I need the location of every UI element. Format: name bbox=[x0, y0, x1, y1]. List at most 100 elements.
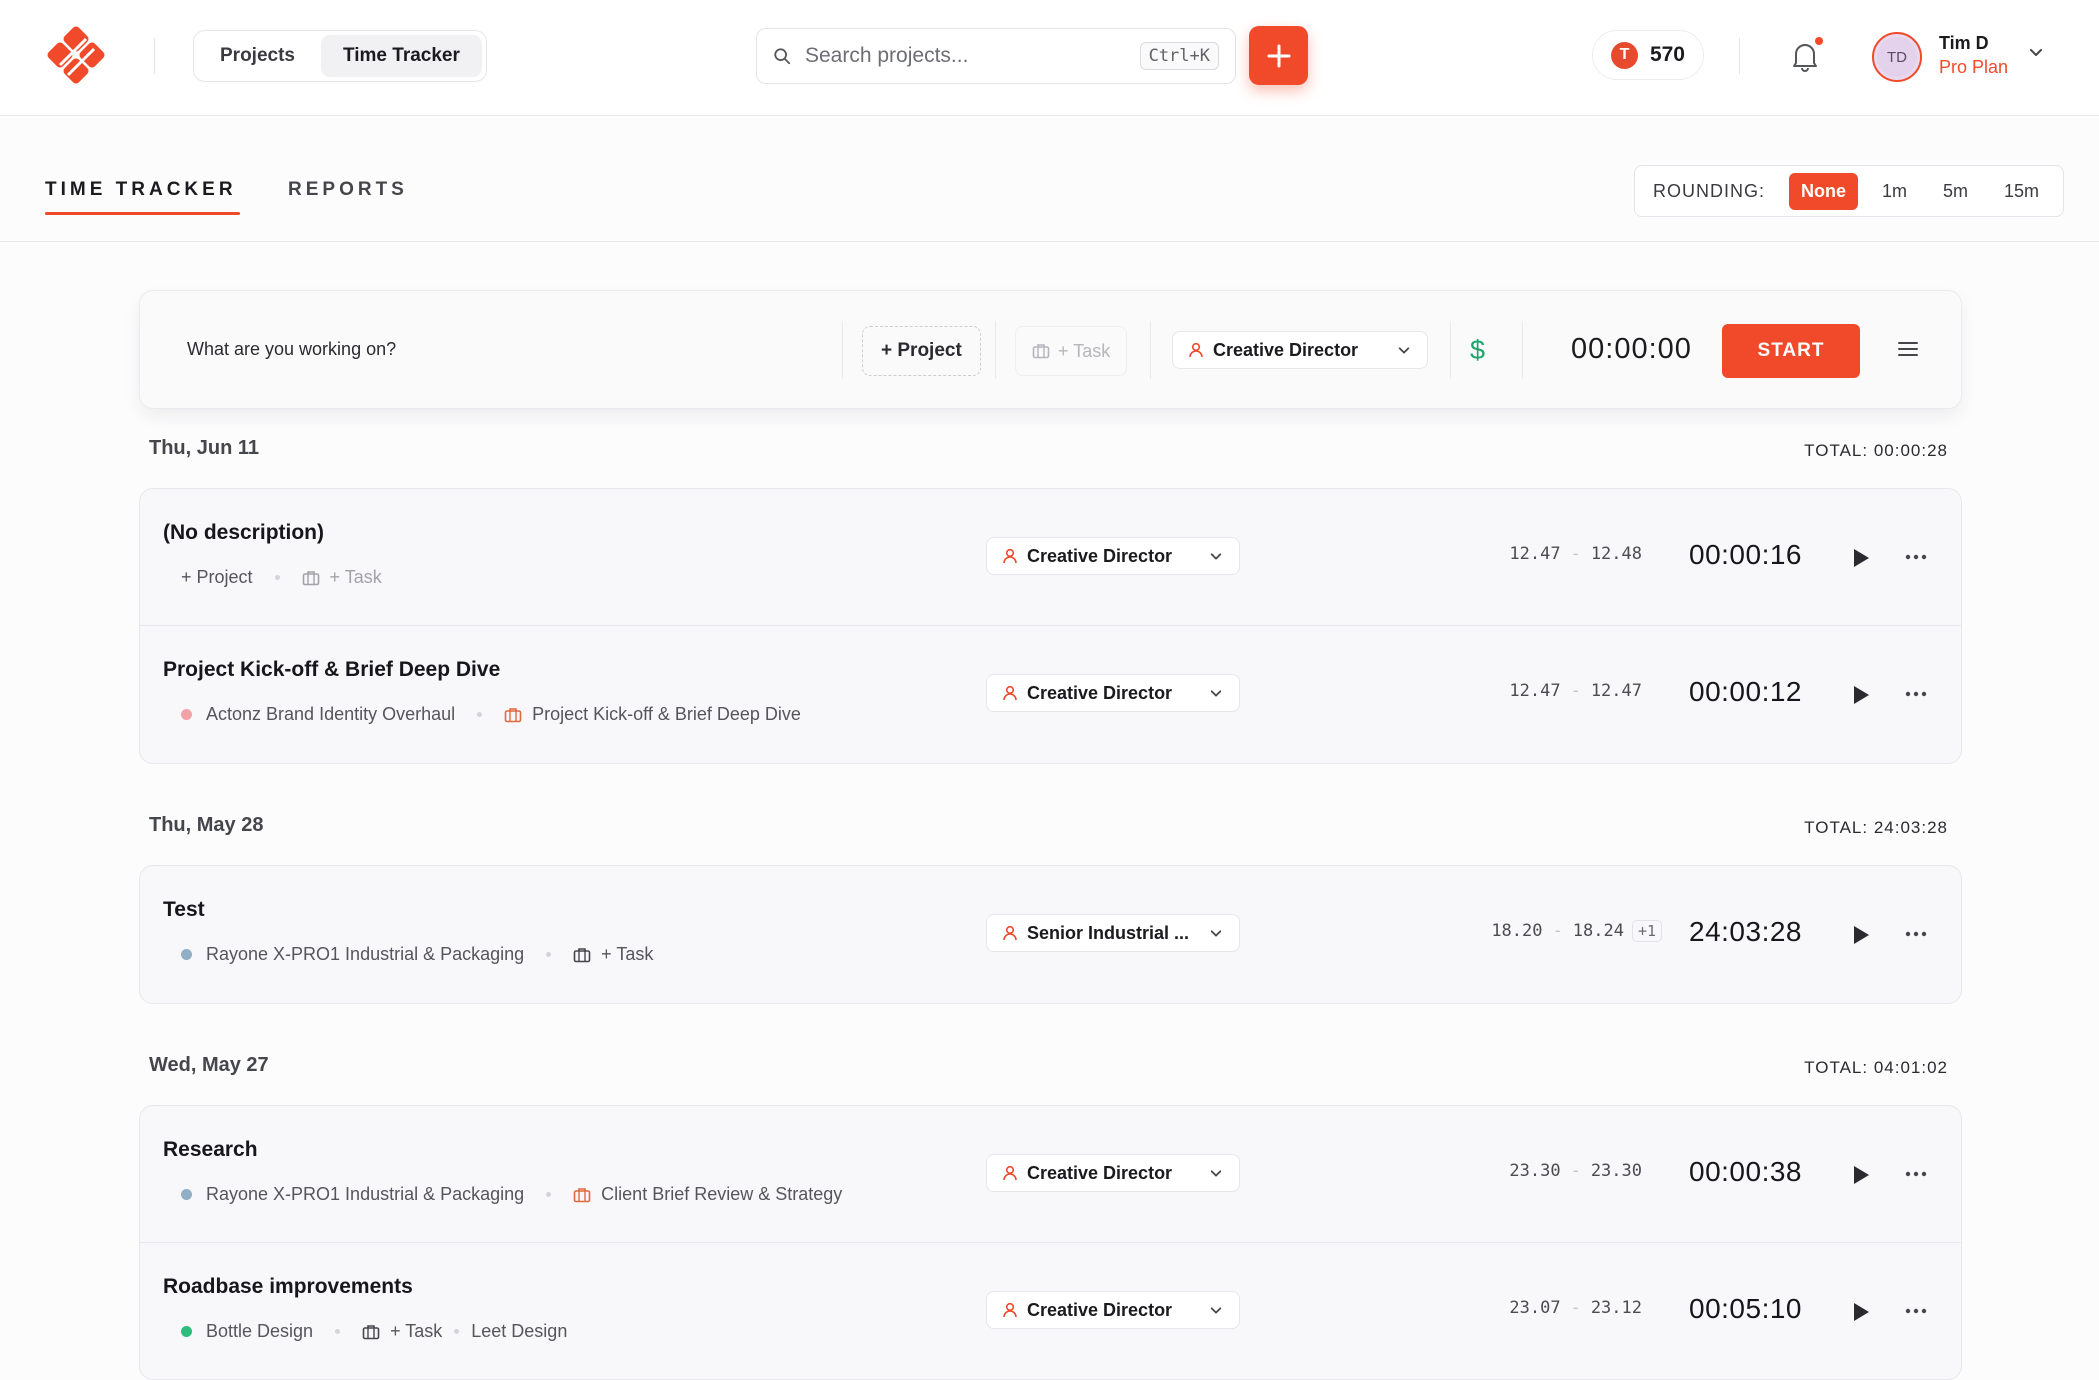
list-mode-icon[interactable] bbox=[1896, 337, 1920, 361]
briefcase-icon bbox=[302, 570, 320, 586]
entry-duration[interactable]: 00:00:16 bbox=[1689, 539, 1802, 571]
add-task-link[interactable]: + Task bbox=[601, 944, 653, 965]
task-name[interactable]: Project Kick-off & Brief Deep Dive bbox=[532, 704, 801, 725]
more-options-icon[interactable] bbox=[1904, 688, 1928, 700]
timer-display: 00:00:00 bbox=[1571, 333, 1692, 365]
entry-title[interactable]: Test bbox=[163, 898, 205, 922]
notification-bell-icon[interactable] bbox=[1790, 40, 1820, 72]
chevron-down-icon bbox=[1210, 930, 1222, 937]
add-project-button[interactable]: + Project bbox=[862, 326, 981, 376]
search-input[interactable]: Search projects... Ctrl+K bbox=[756, 28, 1236, 84]
time-entry[interactable]: Roadbase improvements Bottle Design + Ta… bbox=[140, 1243, 1961, 1379]
project-color-dot bbox=[181, 949, 192, 960]
app-logo-icon[interactable] bbox=[44, 25, 108, 89]
role-select[interactable]: Creative Director bbox=[1172, 331, 1428, 369]
billable-dollar-icon[interactable]: $ bbox=[1470, 335, 1485, 366]
nav-time-tracker[interactable]: Time Tracker bbox=[320, 35, 482, 77]
entry-duration[interactable]: 00:00:12 bbox=[1689, 676, 1802, 708]
avatar[interactable]: TD bbox=[1872, 32, 1922, 82]
start-time: 23.30 bbox=[1509, 1161, 1561, 1181]
entry-title[interactable]: Roadbase improvements bbox=[163, 1275, 413, 1299]
tab-reports[interactable]: REPORTS bbox=[288, 179, 408, 201]
rounding-selector: ROUNDING: None 1m 5m 15m bbox=[1634, 165, 2064, 217]
separator-dot bbox=[274, 575, 280, 580]
role-select[interactable]: Senior Industrial ... bbox=[986, 914, 1240, 952]
date-heading: Thu, Jun 11 bbox=[149, 437, 260, 459]
time-entry[interactable]: Project Kick-off & Brief Deep Dive Acton… bbox=[140, 626, 1961, 763]
add-task-link[interactable]: + Task bbox=[390, 1321, 442, 1342]
start-button[interactable]: START bbox=[1722, 324, 1860, 378]
play-icon[interactable] bbox=[1851, 1164, 1871, 1186]
time-range[interactable]: 23.30-23.30 bbox=[1442, 1161, 1642, 1181]
nav-projects[interactable]: Projects bbox=[198, 35, 317, 77]
project-color-dot bbox=[181, 1189, 192, 1200]
time-entry[interactable]: Research Rayone X-PRO1 Industrial & Pack… bbox=[140, 1106, 1961, 1243]
entry-duration[interactable]: 24:03:28 bbox=[1689, 916, 1802, 948]
more-options-icon[interactable] bbox=[1904, 551, 1928, 563]
add-project-link[interactable]: + Project bbox=[181, 567, 253, 588]
entry-title[interactable]: Project Kick-off & Brief Deep Dive bbox=[163, 658, 500, 682]
rounding-option-1m[interactable]: 1m bbox=[1870, 173, 1919, 210]
role-select[interactable]: Creative Director bbox=[986, 674, 1240, 712]
chevron-down-icon[interactable] bbox=[2028, 44, 2044, 60]
coin-balance[interactable]: T 570 bbox=[1592, 30, 1704, 80]
time-range[interactable]: 12.47-12.47 bbox=[1442, 681, 1642, 701]
briefcase-icon bbox=[362, 1324, 380, 1340]
search-shortcut: Ctrl+K bbox=[1139, 42, 1219, 70]
project-name[interactable]: Actonz Brand Identity Overhaul bbox=[206, 704, 455, 725]
description-input[interactable]: What are you working on? bbox=[187, 339, 396, 360]
date-total: TOTAL: 04:01:02 bbox=[1804, 1058, 1948, 1077]
more-options-icon[interactable] bbox=[1904, 1305, 1928, 1317]
task-name[interactable]: Client Brief Review & Strategy bbox=[601, 1184, 842, 1205]
play-icon[interactable] bbox=[1851, 924, 1871, 946]
entry-meta: + Project + Task bbox=[181, 567, 382, 588]
entry-duration[interactable]: 00:00:38 bbox=[1689, 1156, 1802, 1188]
role-select[interactable]: Creative Director bbox=[986, 537, 1240, 575]
chevron-down-icon bbox=[1210, 1307, 1222, 1314]
time-entry[interactable]: Test Rayone X-PRO1 Industrial & Packagin… bbox=[140, 866, 1961, 1003]
briefcase-icon bbox=[504, 707, 522, 723]
entry-title[interactable]: (No description) bbox=[163, 521, 324, 545]
role-label: Creative Director bbox=[1213, 339, 1359, 360]
separator-dot bbox=[454, 1329, 460, 1334]
time-entry[interactable]: (No description) + Project + Task Creati… bbox=[140, 489, 1961, 626]
client-name[interactable]: Leet Design bbox=[471, 1321, 567, 1342]
search-icon bbox=[774, 48, 791, 65]
time-range[interactable]: 12.47-12.48 bbox=[1442, 544, 1642, 564]
start-time: 12.47 bbox=[1509, 681, 1561, 701]
entry-duration[interactable]: 00:05:10 bbox=[1689, 1293, 1802, 1325]
play-icon[interactable] bbox=[1851, 547, 1871, 569]
time-range[interactable]: 23.07-23.12 bbox=[1442, 1298, 1642, 1318]
separator-dot bbox=[546, 952, 552, 957]
rounding-option-15m[interactable]: 15m bbox=[1992, 173, 2051, 210]
project-name[interactable]: Rayone X-PRO1 Industrial & Packaging bbox=[206, 944, 524, 965]
more-options-icon[interactable] bbox=[1904, 928, 1928, 940]
project-name[interactable]: Bottle Design bbox=[206, 1321, 313, 1342]
role-select[interactable]: Creative Director bbox=[986, 1291, 1240, 1329]
divider bbox=[1522, 321, 1523, 379]
add-task-button[interactable]: + Task bbox=[1015, 326, 1128, 376]
add-task-link[interactable]: + Task bbox=[330, 567, 382, 588]
play-icon[interactable] bbox=[1851, 684, 1871, 706]
active-tab-indicator bbox=[45, 212, 240, 215]
start-time: 23.07 bbox=[1509, 1298, 1561, 1318]
date-heading: Wed, May 27 bbox=[149, 1054, 269, 1076]
rounding-option-none[interactable]: None bbox=[1789, 172, 1858, 210]
role-select[interactable]: Creative Director bbox=[986, 1154, 1240, 1192]
rounding-option-5m[interactable]: 5m bbox=[1931, 173, 1980, 210]
chevron-down-icon bbox=[1210, 553, 1222, 560]
separator-dot bbox=[477, 712, 483, 717]
play-icon[interactable] bbox=[1851, 1301, 1871, 1323]
project-name[interactable]: Rayone X-PRO1 Industrial & Packaging bbox=[206, 1184, 524, 1205]
entry-meta: Bottle Design + Task Leet Design bbox=[181, 1321, 567, 1342]
entry-title[interactable]: Research bbox=[163, 1138, 258, 1162]
more-options-icon[interactable] bbox=[1904, 1168, 1928, 1180]
main-nav: Projects Time Tracker bbox=[193, 30, 487, 82]
briefcase-icon bbox=[573, 947, 591, 963]
tab-time-tracker[interactable]: TIME TRACKER bbox=[45, 179, 237, 201]
user-icon bbox=[1003, 925, 1017, 941]
user-icon bbox=[1003, 548, 1017, 564]
add-button[interactable] bbox=[1249, 26, 1308, 85]
time-range[interactable]: 18.20-18.24 +1 bbox=[1422, 920, 1662, 942]
date-total: TOTAL: 00:00:28 bbox=[1804, 441, 1948, 460]
